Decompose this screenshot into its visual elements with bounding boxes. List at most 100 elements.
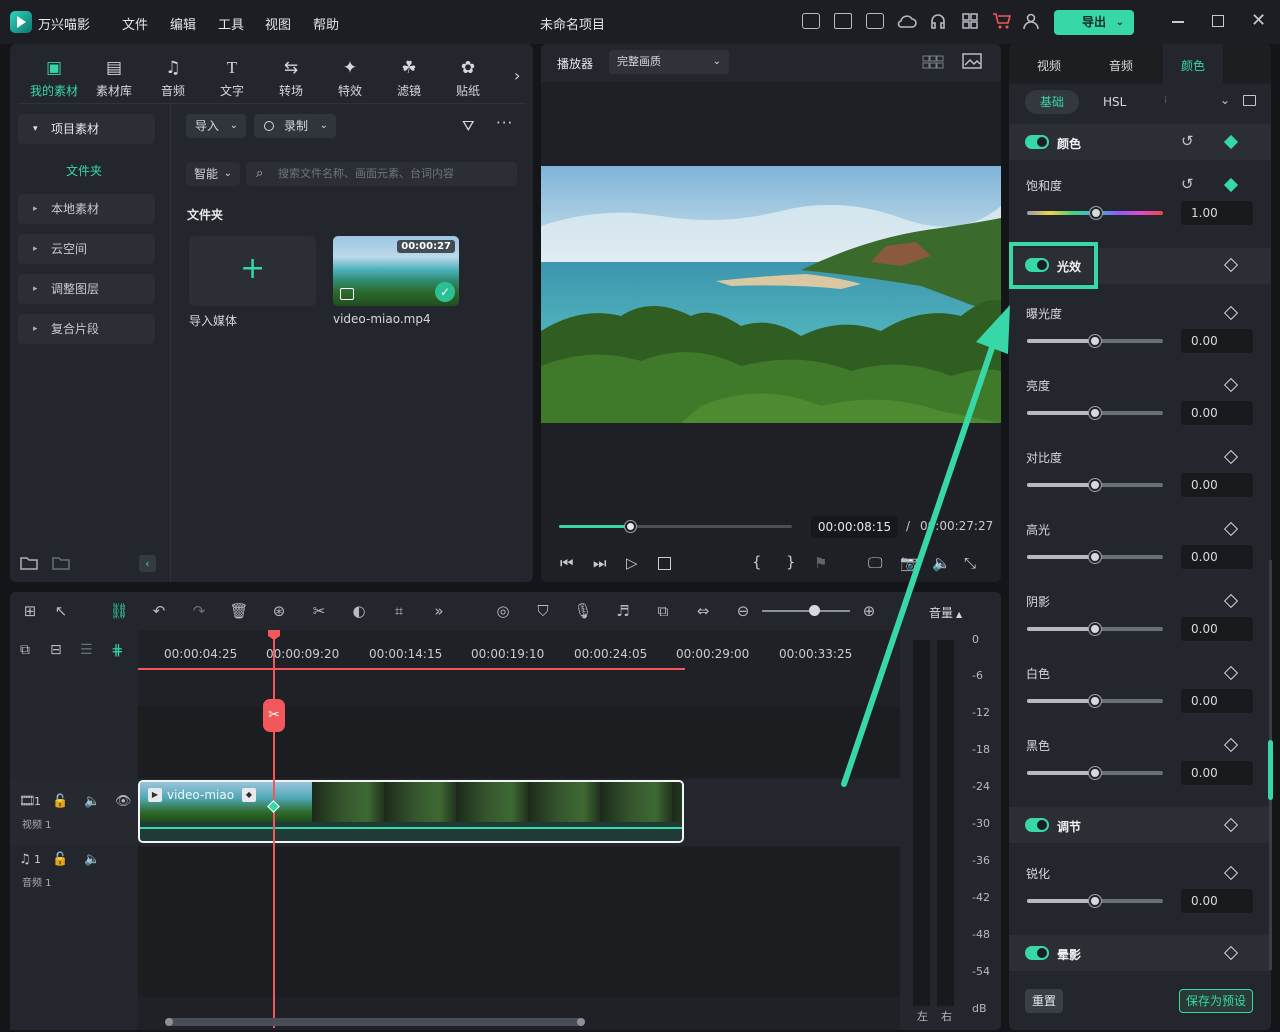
saturation-slider-handle[interactable]	[1090, 207, 1102, 219]
slider-handle[interactable]	[1089, 407, 1101, 419]
param-value[interactable]: 0.00	[1181, 401, 1253, 425]
slider-handle[interactable]	[1089, 767, 1101, 779]
tool-effects[interactable]: ✦ 特效	[325, 58, 375, 99]
param-value[interactable]: 0.00	[1181, 617, 1253, 641]
render-icon[interactable]: ◎	[492, 602, 514, 620]
split-scissors-icon[interactable]: ✂	[263, 699, 285, 732]
zoom-slider-track[interactable]	[762, 610, 850, 612]
menu-file[interactable]: 文件	[122, 14, 148, 33]
tab-audio[interactable]: 音频	[1109, 57, 1133, 74]
slider-handle[interactable]	[1089, 895, 1101, 907]
minimize-icon[interactable]	[1172, 21, 1184, 23]
current-time[interactable]: 00:00:08:15	[811, 516, 898, 538]
video-preview[interactable]	[541, 166, 1001, 423]
param-value[interactable]: 0.00	[1181, 329, 1253, 353]
scrollbar-handle-right[interactable]	[577, 1018, 585, 1026]
tab-color[interactable]: 颜色	[1163, 44, 1223, 84]
tab-video[interactable]: 视频	[1037, 57, 1061, 74]
param-value[interactable]: 0.00	[1181, 473, 1253, 497]
cart-icon[interactable]	[992, 12, 1012, 30]
slider-handle[interactable]	[1089, 695, 1101, 707]
headset-icon[interactable]	[929, 12, 947, 30]
timeline-scrollbar[interactable]	[165, 1018, 585, 1026]
snap-icon[interactable]: ⋕	[111, 641, 124, 659]
audio-mix-icon[interactable]: ♬	[612, 602, 634, 620]
maximize-icon[interactable]	[1212, 15, 1224, 27]
menu-help[interactable]: 帮助	[313, 14, 339, 33]
cloud-icon[interactable]	[897, 13, 917, 30]
video-clip[interactable]: ▶ video-miao ◆	[138, 780, 684, 843]
import-media-tile[interactable]: +	[189, 236, 316, 306]
vignette-toggle[interactable]	[1025, 946, 1049, 960]
param-value[interactable]: 0.00	[1181, 761, 1253, 785]
video-thumbnail[interactable]: 00:00:27 ✓	[333, 236, 459, 306]
tool-audio[interactable]: ♫ 音频	[148, 58, 198, 99]
zoom-out-icon[interactable]: ⊖	[732, 602, 754, 620]
tool-transition[interactable]: ⇆ 转场	[266, 58, 316, 99]
speaker-icon[interactable]: 🔈	[84, 852, 100, 867]
microphone-icon[interactable]: 🎙	[572, 602, 594, 620]
eye-icon[interactable]: 👁	[115, 794, 132, 809]
sidebar-project-media[interactable]: ▾ 项目素材	[18, 114, 155, 144]
link-icon[interactable]: ⛓	[108, 602, 130, 620]
mark-in-icon[interactable]: {	[752, 553, 762, 571]
new-folder-icon[interactable]	[20, 555, 38, 571]
select-arrow-icon[interactable]: ↖	[50, 602, 72, 620]
sidebar-item-adjustment-layer[interactable]: 调整图层	[18, 274, 155, 304]
tool-stickers[interactable]: ✿ 贴纸	[443, 58, 493, 99]
sidebar-item-cloud[interactable]: 云空间	[18, 234, 155, 264]
quality-dropdown[interactable]: 完整画质 ⌄	[609, 50, 729, 74]
menu-edit[interactable]: 编辑	[170, 14, 196, 33]
save-preset-button[interactable]: 保存为预设	[1179, 989, 1253, 1013]
close-icon[interactable]: ✕	[1251, 10, 1266, 31]
scissors-icon[interactable]: ✂	[308, 602, 330, 620]
param-value[interactable]: 0.00	[1181, 689, 1253, 713]
slider-handle[interactable]	[1089, 551, 1101, 563]
add-track-icon[interactable]: ⧉	[20, 642, 30, 658]
import-button[interactable]: 导入 ⌄	[186, 114, 246, 138]
scrollbar-handle-left[interactable]	[165, 1018, 173, 1026]
color-palette-icon[interactable]: ◐	[348, 602, 370, 620]
tool-library[interactable]: ▤ 素材库	[89, 58, 139, 99]
player-progress-track[interactable]	[559, 525, 792, 528]
color-toggle[interactable]	[1025, 135, 1049, 149]
volume-icon[interactable]: 🔈	[932, 554, 951, 572]
more-icon[interactable]: ···	[496, 114, 513, 132]
tool-text[interactable]: T 文字	[207, 58, 257, 99]
menu-view[interactable]: 视图	[265, 14, 291, 33]
tool-filters[interactable]: ☘ 滤镜	[384, 58, 434, 99]
next-frame-icon[interactable]: ⏭	[593, 554, 607, 572]
record-button[interactable]: 录制 ⌄	[254, 114, 336, 138]
adjust-toggle[interactable]	[1025, 818, 1049, 832]
zoom-slider-handle[interactable]	[808, 605, 820, 616]
link-track-icon[interactable]: ⊟	[50, 642, 62, 658]
export-button[interactable]: 导出 ⌄	[1054, 10, 1134, 35]
fullscreen-icon[interactable]: ⤡	[964, 554, 976, 572]
grid-view-icon[interactable]	[922, 55, 944, 69]
previous-frame-icon[interactable]: ⏮	[560, 554, 574, 572]
snapshot-image-icon[interactable]	[962, 53, 982, 69]
reset-icon[interactable]: ↺	[1181, 132, 1194, 150]
panel-toggle-icon[interactable]	[1243, 95, 1256, 106]
sharpen-value[interactable]: 0.00	[1181, 889, 1253, 913]
menu-tools[interactable]: 工具	[218, 14, 244, 33]
mark-out-icon[interactable]: }	[786, 553, 796, 571]
save-icon[interactable]	[866, 13, 884, 29]
zoom-in-icon[interactable]: ⊕	[858, 602, 880, 620]
screen-record-icon[interactable]: ⧉	[652, 602, 674, 620]
slider-handle[interactable]	[1089, 479, 1101, 491]
subtab-basic[interactable]: 基础	[1025, 90, 1079, 114]
chevron-right-icon[interactable]: ›	[514, 66, 520, 85]
light-toggle[interactable]	[1025, 258, 1049, 272]
reset-icon[interactable]: ↺	[1181, 175, 1194, 193]
search-input[interactable]: ⌕ 搜索文件名称、画面元素、台词内容	[246, 162, 517, 186]
undo-icon[interactable]: ↶	[148, 602, 170, 620]
folder-icon[interactable]	[52, 555, 70, 571]
camera-icon[interactable]: 📷	[900, 554, 919, 572]
shield-marker-icon[interactable]: ⛉	[532, 602, 554, 620]
more-tools-icon[interactable]: »	[428, 602, 450, 620]
filter-icon[interactable]: ⛛	[462, 117, 475, 135]
media-manager-icon[interactable]	[802, 13, 820, 29]
stop-icon[interactable]	[658, 557, 671, 570]
display-icon[interactable]: 🖵	[868, 554, 882, 572]
